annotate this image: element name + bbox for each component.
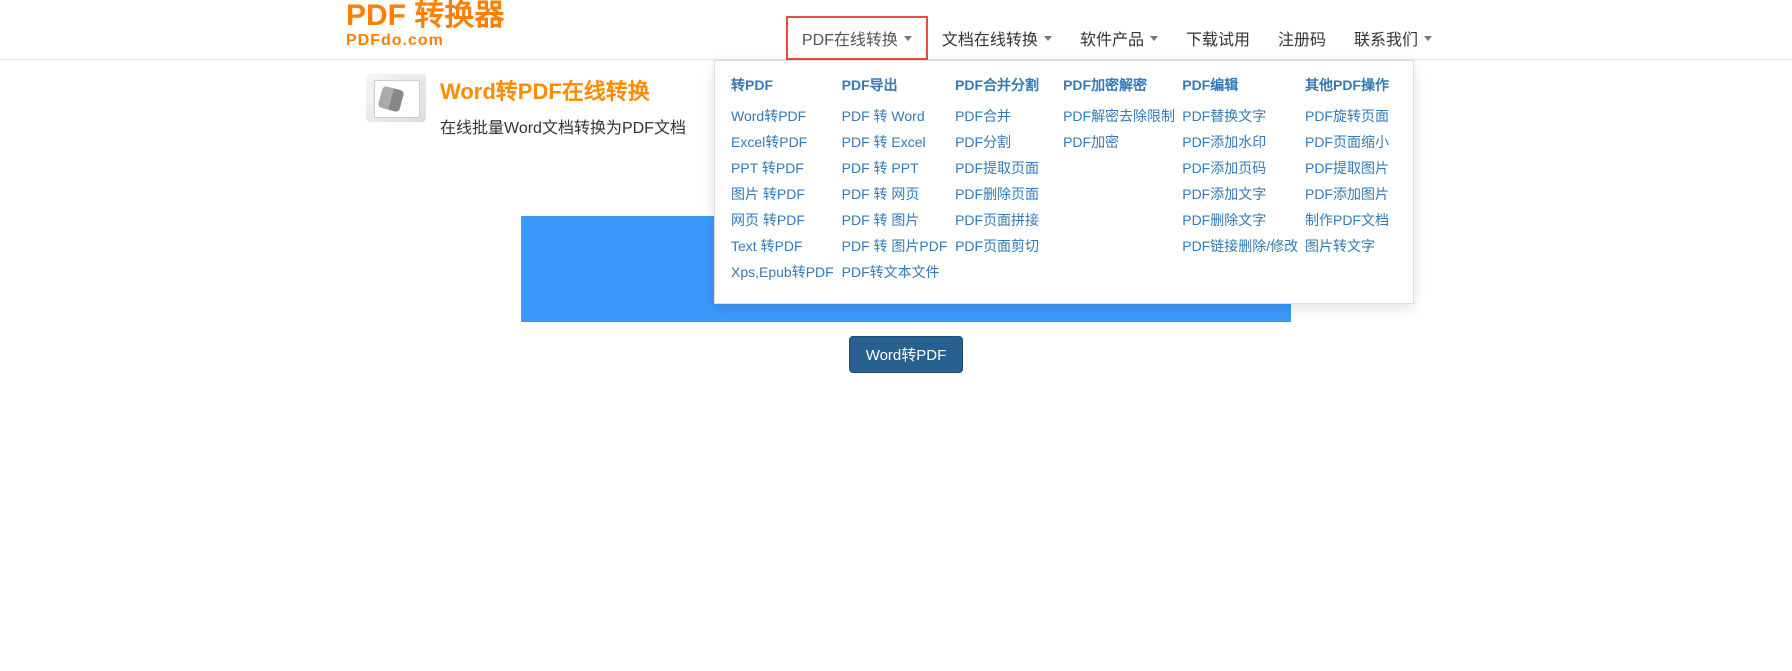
topbar: PDF 转换器 PDFdo.com PDF在线转换 文档在线转换 软件产品 下载…	[0, 0, 1792, 60]
word-to-pdf-icon	[366, 74, 426, 122]
dropdown-item[interactable]: 制作PDF文档	[1305, 207, 1397, 233]
dropdown-item[interactable]: PDF 转 网页	[842, 181, 939, 207]
nav-download-label: 下载试用	[1186, 26, 1250, 50]
heading-text: Word转PDF在线转换 在线批量Word文档转换为PDF文档	[440, 74, 686, 138]
dropdown-column: PDF导出PDF 转 WordPDF 转 ExcelPDF 转 PPTPDF 转…	[838, 75, 943, 285]
dropdown-item[interactable]: PDF添加文字	[1182, 181, 1289, 207]
dropdown-column: PDF合并分割 PDF合并PDF分割PDF提取页面PDF删除页面PDF页面拼接PD…	[951, 75, 1051, 285]
nav-software[interactable]: 软件产品	[1066, 18, 1172, 58]
logo-subtitle: PDFdo.com	[346, 32, 504, 50]
dropdown-item[interactable]: PDF删除文字	[1182, 207, 1289, 233]
dropdown-item[interactable]: PDF添加图片	[1305, 181, 1397, 207]
dropdown-column-header: 其他PDF操作	[1305, 75, 1397, 95]
page-title: Word转PDF在线转换	[440, 74, 686, 106]
dropdown-column: PDF加密解密 PDF解密去除限制PDF加密	[1059, 75, 1170, 285]
nav-contact-label: 联系我们	[1354, 26, 1418, 50]
logo-title: PDF 转换器	[346, 0, 504, 32]
dropdown-item[interactable]: PDF链接删除/修改	[1182, 233, 1289, 259]
nav-contact[interactable]: 联系我们	[1340, 18, 1446, 58]
chevron-down-icon	[1424, 36, 1432, 41]
dropdown-item[interactable]: PDF添加水印	[1182, 129, 1289, 155]
nav-software-label: 软件产品	[1080, 26, 1144, 50]
dropdown-item[interactable]: 图片转文字	[1305, 233, 1397, 259]
dropdown-item[interactable]: PDF合并	[955, 103, 1047, 129]
dropdown-item[interactable]: PDF 转 图片PDF	[842, 233, 939, 259]
dropdown-column: 其他PDF操作 PDF旋转页面PDF页面缩小PDF提取图片PDF添加图片制作PDF…	[1301, 75, 1401, 285]
dropdown-column: PDF编辑 PDF替换文字PDF添加水印PDF添加页码PDF添加文字PDF删除文字…	[1178, 75, 1293, 285]
chevron-down-icon	[1150, 36, 1158, 41]
nav-pdf-online[interactable]: PDF在线转换	[786, 16, 928, 60]
dropdown-item[interactable]: PDF提取页面	[955, 155, 1047, 181]
logo[interactable]: PDF 转换器 PDFdo.com	[346, 0, 504, 50]
dropdown-item[interactable]: PDF页面缩小	[1305, 129, 1397, 155]
nav-doc-online[interactable]: 文档在线转换	[928, 18, 1066, 58]
dropdown-item[interactable]: PDF分割	[955, 129, 1047, 155]
dropdown-column-header: PDF加密解密	[1063, 75, 1166, 95]
nav-pdf-online-label: PDF在线转换	[802, 26, 898, 50]
chevron-down-icon	[904, 36, 912, 41]
dropdown-item[interactable]: PDF解密去除限制	[1063, 103, 1166, 129]
dropdown-item[interactable]: PDF 转 Word	[842, 103, 939, 129]
dropdown-item[interactable]: PDF提取图片	[1305, 155, 1397, 181]
dropdown-item[interactable]: PDF 转 Excel	[842, 129, 939, 155]
pdf-online-dropdown: 转PDF Word转PDFExcel转PDFPPT 转PDF图片 转PDF网页 转…	[714, 60, 1414, 304]
dropdown-item[interactable]: PDF删除页面	[955, 181, 1047, 207]
topbar-inner: PDF 转换器 PDFdo.com PDF在线转换 文档在线转换 软件产品 下载…	[346, 0, 1446, 60]
dropdown-item[interactable]: Xps,Epub转PDF	[731, 259, 826, 285]
nav-download[interactable]: 下载试用	[1172, 18, 1264, 58]
dropdown-item[interactable]: PDF页面剪切	[955, 233, 1047, 259]
dropdown-item[interactable]: 图片 转PDF	[731, 181, 826, 207]
dropdown-item[interactable]: PDF加密	[1063, 129, 1166, 155]
page-description: 在线批量Word文档转换为PDF文档	[440, 114, 686, 138]
chevron-down-icon	[1044, 36, 1052, 41]
dropdown-column-header: PDF合并分割	[955, 75, 1047, 95]
dropdown-item[interactable]: Word转PDF	[731, 103, 826, 129]
dropdown-item[interactable]: PDF 转 图片	[842, 207, 939, 233]
dropdown-column-header: 转PDF	[731, 75, 826, 95]
dropdown-item[interactable]: PDF 转 PPT	[842, 155, 939, 181]
dropdown-item[interactable]: PDF转文本文件	[842, 259, 939, 285]
dropdown-item[interactable]: PDF添加页码	[1182, 155, 1289, 181]
dropdown-column-header: PDF导出	[842, 75, 939, 95]
nav-register[interactable]: 注册码	[1264, 18, 1340, 58]
dropdown-column-header: PDF编辑	[1182, 75, 1289, 95]
nav-doc-online-label: 文档在线转换	[942, 26, 1038, 50]
dropdown-column: 转PDF Word转PDFExcel转PDFPPT 转PDF图片 转PDF网页 转…	[727, 75, 830, 285]
nav-register-label: 注册码	[1278, 26, 1326, 50]
dropdown-item[interactable]: PDF旋转页面	[1305, 103, 1397, 129]
convert-button[interactable]: Word转PDF	[849, 336, 964, 373]
dropdown-item[interactable]: Text 转PDF	[731, 233, 826, 259]
dropdown-item[interactable]: PPT 转PDF	[731, 155, 826, 181]
dropdown-item[interactable]: PDF页面拼接	[955, 207, 1047, 233]
main-nav: PDF在线转换 文档在线转换 软件产品 下载试用 注册码 联系我们	[786, 16, 1446, 60]
dropdown-item[interactable]: Excel转PDF	[731, 129, 826, 155]
dropdown-item[interactable]: PDF替换文字	[1182, 103, 1289, 129]
dropdown-item[interactable]: 网页 转PDF	[731, 207, 826, 233]
